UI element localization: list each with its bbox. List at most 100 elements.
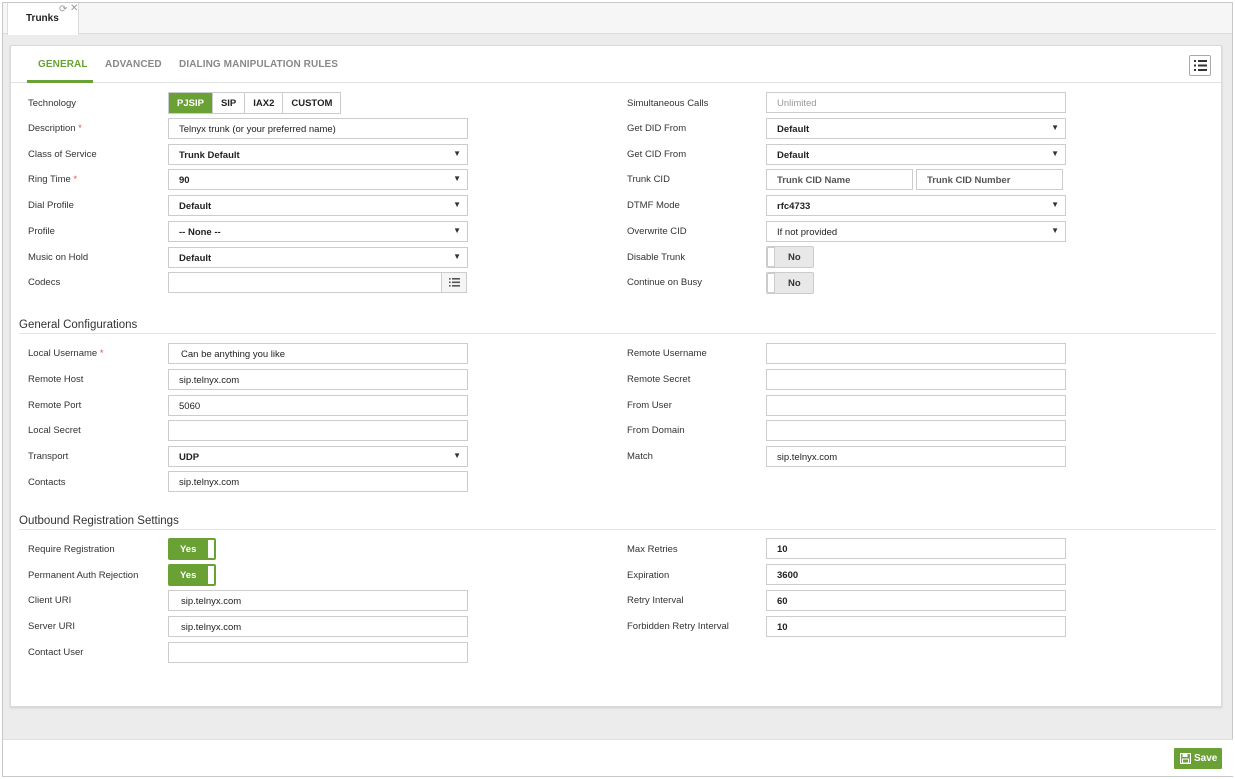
- expiration-label: Expiration: [627, 570, 670, 581]
- refresh-icon[interactable]: ⟳: [59, 4, 67, 15]
- required-asterisk: *: [99, 348, 104, 359]
- form-tabs: GENERAL ADVANCED DIALING MANIPULATION RU…: [11, 46, 1221, 83]
- dial-profile-select[interactable]: Default ▼: [168, 195, 468, 216]
- dtmf-mode-value: rfc4733: [777, 201, 811, 212]
- client-uri-input[interactable]: sip.telnyx.com: [168, 590, 468, 611]
- chevron-down-icon: ▼: [1051, 149, 1059, 158]
- chevron-down-icon: ▼: [1051, 226, 1059, 235]
- technology-option-sip[interactable]: SIP: [212, 93, 246, 113]
- technology-selector: PJSIP SIP IAX2 CUSTOM: [168, 92, 342, 114]
- forbidden-retry-interval-label: Forbidden Retry Interval: [627, 621, 729, 632]
- from-user-label: From User: [627, 400, 672, 411]
- trunk-cid-name-input[interactable]: Trunk CID Name: [766, 169, 913, 190]
- local-username-label-text: Local Username: [28, 348, 98, 359]
- disable-trunk-toggle[interactable]: No: [766, 246, 814, 268]
- get-did-from-label: Get DID From: [627, 123, 687, 134]
- required-asterisk: *: [73, 174, 78, 185]
- server-uri-input[interactable]: sip.telnyx.com: [168, 616, 468, 637]
- chevron-down-icon: ▼: [453, 149, 461, 158]
- transport-select[interactable]: UDP ▼: [168, 446, 468, 467]
- contacts-label: Contacts: [28, 477, 66, 488]
- technology-option-pjsip[interactable]: PJSIP: [169, 93, 213, 113]
- chevron-down-icon: ▼: [453, 226, 461, 235]
- toggle-knob: [207, 565, 215, 585]
- forbidden-retry-interval-input[interactable]: 10: [766, 616, 1066, 637]
- close-icon[interactable]: ✕: [70, 3, 78, 14]
- music-on-hold-label: Music on Hold: [28, 252, 89, 263]
- remote-username-input[interactable]: [766, 343, 1066, 364]
- contact-user-label: Contact User: [28, 647, 84, 658]
- require-registration-label: Require Registration: [28, 544, 115, 555]
- profile-label: Profile: [28, 226, 55, 237]
- ring-time-label: Ring Time *: [28, 174, 77, 185]
- contacts-input[interactable]: sip.telnyx.com: [168, 471, 468, 492]
- save-button-label: Save: [1194, 753, 1218, 764]
- local-secret-input[interactable]: [168, 420, 468, 441]
- dtmf-mode-select[interactable]: rfc4733 ▼: [766, 195, 1066, 216]
- class-of-service-select[interactable]: Trunk Default ▼: [168, 144, 468, 165]
- document-tab-trunks[interactable]: Trunks ⟳ ✕: [7, 3, 79, 35]
- remote-secret-input[interactable]: [766, 369, 1066, 390]
- toggle-knob: [207, 539, 215, 559]
- remote-secret-label: Remote Secret: [627, 374, 691, 385]
- description-input[interactable]: Telnyx trunk (or your preferred name): [168, 118, 468, 139]
- get-cid-from-select[interactable]: Default ▼: [766, 144, 1066, 165]
- transport-label: Transport: [28, 451, 69, 462]
- toggle-knob: [767, 273, 775, 293]
- remote-port-input[interactable]: 5060: [168, 395, 468, 416]
- remote-host-input[interactable]: sip.telnyx.com: [168, 369, 468, 390]
- permanent-auth-rejection-label: Permanent Auth Rejection: [28, 570, 139, 581]
- technology-option-custom[interactable]: CUSTOM: [283, 93, 341, 113]
- document-tab-strip: Trunks ⟳ ✕: [3, 3, 1232, 35]
- trunk-cid-label: Trunk CID: [627, 174, 670, 185]
- require-registration-toggle[interactable]: Yes: [168, 538, 216, 560]
- ring-time-value: 90: [179, 175, 190, 186]
- ring-time-select[interactable]: 90 ▼: [168, 169, 468, 190]
- get-did-from-select[interactable]: Default ▼: [766, 118, 1066, 139]
- technology-option-iax2[interactable]: IAX2: [245, 93, 284, 113]
- simultaneous-calls-input[interactable]: Unlimited: [766, 92, 1066, 113]
- codecs-label: Codecs: [28, 277, 61, 288]
- require-registration-value: Yes: [180, 544, 197, 555]
- local-username-input[interactable]: Can be anything you like: [168, 343, 468, 364]
- max-retries-input[interactable]: 10: [766, 538, 1066, 559]
- overwrite-cid-select[interactable]: If not provided ▼: [766, 221, 1066, 242]
- class-of-service-value: Trunk Default: [179, 150, 240, 161]
- tab-dialing-manipulation-rules[interactable]: DIALING MANIPULATION RULES: [179, 59, 338, 70]
- outbound-registration-heading: Outbound Registration Settings: [19, 515, 179, 527]
- permanent-auth-rejection-toggle[interactable]: Yes: [168, 564, 216, 586]
- retry-interval-label: Retry Interval: [627, 595, 684, 606]
- max-retries-label: Max Retries: [627, 544, 678, 555]
- match-label: Match: [627, 451, 653, 462]
- client-uri-label: Client URI: [28, 595, 72, 606]
- contact-user-input[interactable]: [168, 642, 468, 663]
- get-cid-from-value: Default: [777, 150, 810, 161]
- match-input[interactable]: sip.telnyx.com: [766, 446, 1066, 467]
- continue-on-busy-value: No: [788, 278, 801, 289]
- tab-advanced[interactable]: ADVANCED: [105, 59, 162, 70]
- required-asterisk: *: [78, 123, 82, 134]
- list-icon: [1194, 60, 1207, 71]
- continue-on-busy-toggle[interactable]: No: [766, 272, 814, 294]
- from-user-input[interactable]: [766, 395, 1066, 416]
- transport-value: UDP: [179, 452, 200, 463]
- disable-trunk-value: No: [788, 252, 801, 263]
- music-on-hold-select[interactable]: Default ▼: [168, 247, 468, 268]
- profile-select[interactable]: -- None -- ▼: [168, 221, 468, 242]
- footer-bar: [3, 739, 1233, 776]
- list-view-button[interactable]: [1189, 55, 1211, 76]
- expiration-input[interactable]: 3600: [766, 564, 1066, 585]
- chevron-down-icon: ▼: [453, 200, 461, 209]
- trunk-cid-number-input[interactable]: Trunk CID Number: [916, 169, 1063, 190]
- chevron-down-icon: ▼: [453, 451, 461, 460]
- save-button[interactable]: Save: [1174, 748, 1222, 769]
- get-cid-from-label: Get CID From: [627, 149, 687, 160]
- local-secret-label: Local Secret: [28, 425, 81, 436]
- tab-general[interactable]: GENERAL: [38, 59, 88, 70]
- from-domain-input[interactable]: [766, 420, 1066, 441]
- get-did-from-value: Default: [777, 124, 810, 135]
- codecs-input[interactable]: [168, 272, 442, 293]
- simultaneous-calls-label: Simultaneous Calls: [627, 98, 709, 109]
- codecs-list-button[interactable]: [441, 272, 467, 293]
- retry-interval-input[interactable]: 60: [766, 590, 1066, 611]
